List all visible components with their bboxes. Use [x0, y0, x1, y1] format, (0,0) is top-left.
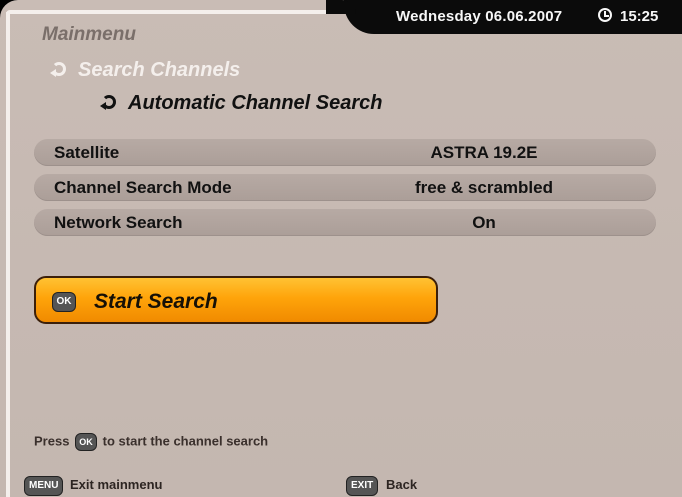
breadcrumb-automatic-search: Automatic Channel Search — [100, 92, 383, 115]
setting-row-satellite[interactable]: Satellite ASTRA 19.2E — [34, 139, 656, 166]
setting-label: Network Search — [54, 213, 183, 232]
start-search-label: Start Search — [94, 290, 218, 313]
breadcrumb-label: Automatic Channel Search — [128, 92, 383, 114]
breadcrumb-label: Search Channels — [78, 59, 241, 81]
exit-mainmenu-label[interactable]: Exit mainmenu — [70, 477, 162, 492]
date-display: Wednesday 06.06.2007 — [396, 8, 563, 25]
settings-list: Satellite ASTRA 19.2E Channel Search Mod… — [34, 139, 656, 244]
setting-row-network-search[interactable]: Network Search On — [34, 209, 656, 236]
setting-value: On — [472, 213, 496, 232]
menu-key-icon: MENU — [24, 476, 64, 496]
hint-prefix: Press — [34, 433, 70, 449]
setting-value: ASTRA 19.2E — [430, 143, 538, 162]
return-arrow-icon — [50, 61, 66, 77]
ok-key-icon: OK — [52, 292, 76, 312]
back-label[interactable]: Back — [386, 477, 417, 492]
tv-menu-screen: Wednesday 06.06.2007 15:25 Mainmenu Sear… — [0, 0, 682, 497]
frame-left-line — [6, 12, 10, 497]
setting-label: Satellite — [54, 143, 120, 162]
start-search-button[interactable]: OK Start Search — [34, 276, 438, 324]
page-title: Mainmenu — [42, 24, 136, 45]
return-arrow-icon — [100, 94, 116, 110]
setting-value: free & scrambled — [415, 178, 553, 197]
ok-key-icon: OK — [75, 433, 98, 451]
frame-top-line — [6, 10, 366, 14]
time-display: 15:25 — [620, 8, 659, 25]
clock-icon — [598, 8, 612, 22]
breadcrumb-search-channels: Search Channels — [50, 59, 241, 82]
help-hint: Press OK to start the channel search — [34, 433, 268, 451]
hint-suffix: to start the channel search — [102, 433, 269, 449]
exit-key-icon: EXIT — [346, 476, 379, 496]
setting-label: Channel Search Mode — [54, 178, 232, 197]
setting-row-channel-search-mode[interactable]: Channel Search Mode free & scrambled — [34, 174, 656, 201]
